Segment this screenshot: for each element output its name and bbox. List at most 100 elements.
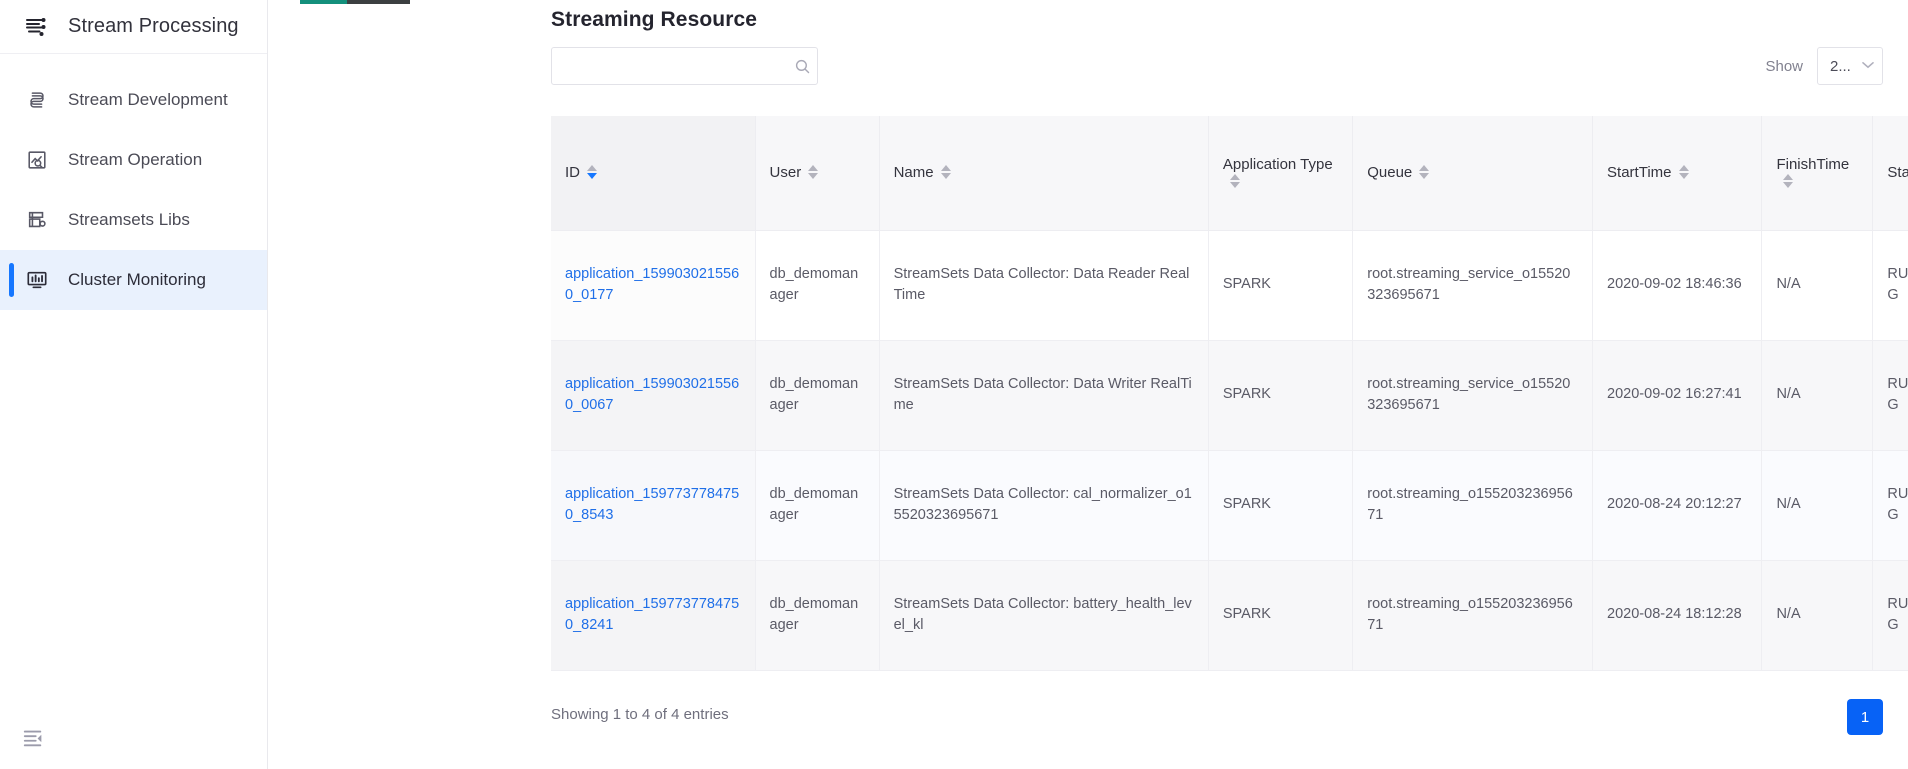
cell-state: RUNNING (1873, 340, 1908, 450)
cluster-monitoring-icon (24, 267, 50, 293)
sidebar-item-label: Stream Development (68, 90, 228, 110)
cell-id: application_1599030215560_0177 (551, 230, 755, 340)
column-header-label: Queue (1367, 164, 1412, 181)
sidebar-item-stream-development[interactable]: Stream Development (0, 70, 267, 130)
page-loading-bar (300, 0, 410, 4)
sort-toggle-finish-time[interactable] (1783, 174, 1793, 188)
entries-summary: Showing 1 to 4 of 4 entries (551, 706, 729, 723)
application-id-link[interactable]: application_1599030215560_0177 (565, 266, 739, 303)
column-header-name[interactable]: Name (879, 116, 1208, 230)
sidebar-item-label: Cluster Monitoring (68, 270, 206, 290)
column-header-label: User (770, 164, 802, 181)
column-header-user[interactable]: User (755, 116, 879, 230)
sort-toggle-user[interactable] (808, 165, 818, 179)
application-id-link[interactable]: application_1599030215560_0067 (565, 376, 739, 413)
cell-user: db_demomanager (755, 340, 879, 450)
cell-start-time: 2020-08-24 18:12:28 (1593, 560, 1762, 670)
column-header-application-type[interactable]: Application Type (1208, 116, 1352, 230)
collapse-sidebar-icon[interactable] (20, 725, 46, 751)
cell-finish-time: N/A (1762, 450, 1873, 560)
search-icon[interactable] (787, 58, 817, 75)
resources-table-container: ID User Name Application Type Queue (551, 116, 1908, 671)
cell-name: StreamSets Data Collector: battery_healt… (879, 560, 1208, 670)
page-button-1[interactable]: 1 (1847, 699, 1883, 735)
column-header-label: ID (565, 164, 580, 181)
sidebar: Stream Processing Stream Development (0, 0, 268, 769)
column-header-start-time[interactable]: StartTime (1593, 116, 1762, 230)
cell-start-time: 2020-08-24 20:12:27 (1593, 450, 1762, 560)
sidebar-brand-title: Stream Processing (68, 15, 239, 38)
table-footer: Showing 1 to 4 of 4 entries 1 (551, 699, 1888, 739)
sidebar-item-label: Stream Operation (68, 150, 202, 170)
table-row[interactable]: application_1597737784750_8241 db_demoma… (551, 560, 1908, 670)
cell-name: StreamSets Data Collector: Data Reader R… (879, 230, 1208, 340)
application-id-link[interactable]: application_1597737784750_8543 (565, 486, 739, 523)
column-header-label: FinishTime (1776, 156, 1849, 173)
cell-application-type: SPARK (1208, 340, 1352, 450)
column-header-finish-time[interactable]: FinishTime (1762, 116, 1873, 230)
sidebar-nav: Stream Development Stream Operation (0, 54, 267, 310)
cell-name: StreamSets Data Collector: Data Writer R… (879, 340, 1208, 450)
cell-queue: root.streaming_service_o15520323695671 (1353, 340, 1593, 450)
cell-start-time: 2020-09-02 18:46:36 (1593, 230, 1762, 340)
table-body: application_1599030215560_0177 db_demoma… (551, 230, 1908, 670)
cell-queue: root.streaming_service_o15520323695671 (1353, 230, 1593, 340)
cell-id: application_1597737784750_8543 (551, 450, 755, 560)
cell-finish-time: N/A (1762, 560, 1873, 670)
page-title: Streaming Resource (551, 8, 757, 32)
sort-toggle-id[interactable] (587, 165, 597, 179)
cell-user: db_demomanager (755, 230, 879, 340)
streamsets-libs-icon (24, 207, 50, 233)
table-row[interactable]: application_1597737784750_8543 db_demoma… (551, 450, 1908, 560)
show-label: Show (1765, 58, 1803, 75)
page-size-value: 2... (1830, 58, 1851, 75)
streaming-resource-table: ID User Name Application Type Queue (551, 116, 1908, 671)
main-content: Streaming Resource Show 2... (268, 0, 1908, 769)
column-header-state[interactable]: State (1873, 116, 1908, 230)
stream-processing-icon (24, 14, 50, 40)
page-size-control: Show 2... (1765, 47, 1883, 85)
sidebar-brand[interactable]: Stream Processing (0, 0, 267, 54)
cell-application-type: SPARK (1208, 230, 1352, 340)
sort-toggle-application-type[interactable] (1230, 174, 1240, 188)
page-loading-bar-fill (300, 0, 347, 4)
cell-finish-time: N/A (1762, 340, 1873, 450)
search-input[interactable] (552, 48, 787, 84)
chevron-down-icon (1862, 61, 1874, 72)
stream-operation-icon (24, 147, 50, 173)
cell-state: RUNNING (1873, 230, 1908, 340)
application-id-link[interactable]: application_1597737784750_8241 (565, 596, 739, 633)
cell-application-type: SPARK (1208, 450, 1352, 560)
cell-id: application_1597737784750_8241 (551, 560, 755, 670)
search-box[interactable] (551, 47, 818, 85)
table-row[interactable]: application_1599030215560_0177 db_demoma… (551, 230, 1908, 340)
cell-queue: root.streaming_o15520323695671 (1353, 560, 1593, 670)
column-header-label: Name (894, 164, 934, 181)
column-header-label: State (1887, 164, 1908, 181)
sort-toggle-queue[interactable] (1419, 165, 1429, 179)
table-row[interactable]: application_1599030215560_0067 db_demoma… (551, 340, 1908, 450)
pagination: 1 (1847, 699, 1883, 735)
column-header-label: StartTime (1607, 164, 1671, 181)
cell-id: application_1599030215560_0067 (551, 340, 755, 450)
table-toolbar: Show 2... (551, 47, 1888, 85)
page-size-select[interactable]: 2... (1817, 47, 1883, 85)
app-root: Stream Processing Stream Development (0, 0, 1908, 769)
column-header-queue[interactable]: Queue (1353, 116, 1593, 230)
column-header-label: Application Type (1223, 156, 1333, 173)
sort-toggle-name[interactable] (941, 165, 951, 179)
cell-user: db_demomanager (755, 450, 879, 560)
sidebar-item-cluster-monitoring[interactable]: Cluster Monitoring (0, 250, 267, 310)
column-header-id[interactable]: ID (551, 116, 755, 230)
cell-user: db_demomanager (755, 560, 879, 670)
table-header-row: ID User Name Application Type Queue (551, 116, 1908, 230)
cell-name: StreamSets Data Collector: cal_normalize… (879, 450, 1208, 560)
sort-toggle-start-time[interactable] (1679, 165, 1689, 179)
cell-start-time: 2020-09-02 16:27:41 (1593, 340, 1762, 450)
cell-state: RUNNING (1873, 450, 1908, 560)
sidebar-item-label: Streamsets Libs (68, 210, 190, 230)
sidebar-item-streamsets-libs[interactable]: Streamsets Libs (0, 190, 267, 250)
sidebar-item-stream-operation[interactable]: Stream Operation (0, 130, 267, 190)
table-header: ID User Name Application Type Queue (551, 116, 1908, 230)
cell-queue: root.streaming_o15520323695671 (1353, 450, 1593, 560)
